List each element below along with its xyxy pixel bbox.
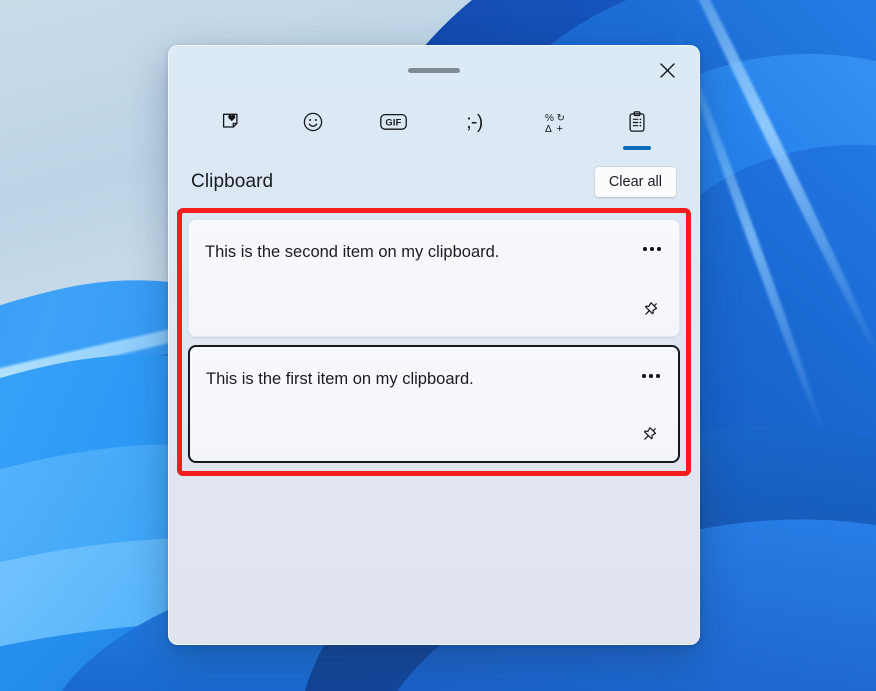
pin-icon [643,427,657,440]
symbols-icon: % ↻ Δ + [540,106,572,138]
clipboard-item-text: This is the first item on my clipboard. [206,370,474,388]
item-pin-button[interactable] [635,294,667,324]
clipboard-history-panel: GIF ;-) % ↻ Δ + Clipboard Clear all This… [168,45,700,645]
gif-icon: GIF [378,106,410,138]
smiley-face-icon [297,106,329,138]
tab-clipboard[interactable] [596,102,677,156]
tab-active-indicator [380,146,408,150]
item-more-options-button[interactable] [635,234,669,264]
close-icon [659,62,675,78]
tab-emoji[interactable] [272,102,353,156]
close-button[interactable] [645,52,689,88]
panel-titlebar [169,46,699,94]
clipboard-item[interactable]: This is the second item on my clipboard. [188,219,680,337]
clipboard-items-list: This is the second item on my clipboard. [188,219,680,463]
clipboard-icon [621,106,653,138]
tab-stickers[interactable] [191,102,272,156]
sticker-heart-icon [216,106,248,138]
tab-active-indicator [622,146,651,150]
section-header: Clipboard Clear all [169,156,699,208]
svg-text:GIF: GIF [385,117,401,128]
tab-kaomoji[interactable]: ;-) [434,102,515,156]
desktop-wallpaper: GIF ;-) % ↻ Δ + Clipboard Clear all This… [0,0,876,691]
page-title: Clipboard [191,171,274,192]
clipboard-item[interactable]: This is the first item on my clipboard. [188,345,680,463]
tab-active-indicator [299,146,327,150]
annotation-rectangle: This is the second item on my clipboard. [177,208,691,476]
tab-strip: GIF ;-) % ↻ Δ + [169,94,699,156]
tab-active-indicator [542,146,570,150]
svg-text:+: + [556,123,562,134]
svg-text:%: % [545,113,554,124]
kaomoji-label: ;-) [466,111,483,133]
tab-active-indicator [218,146,246,150]
tab-gif[interactable]: GIF [353,102,434,156]
tab-symbols[interactable]: % ↻ Δ + [515,102,596,156]
tab-active-indicator [461,146,489,150]
kaomoji-icon: ;-) [459,106,491,138]
pin-icon [644,302,658,315]
svg-text:Δ: Δ [545,124,552,134]
clipboard-item-text: This is the second item on my clipboard. [205,243,500,261]
item-pin-button[interactable] [634,419,666,449]
clear-all-button[interactable]: Clear all [593,166,677,198]
ellipsis-icon [643,247,661,251]
ellipsis-icon [642,374,660,378]
drag-handle[interactable] [408,68,460,73]
item-more-options-button[interactable] [634,361,668,391]
